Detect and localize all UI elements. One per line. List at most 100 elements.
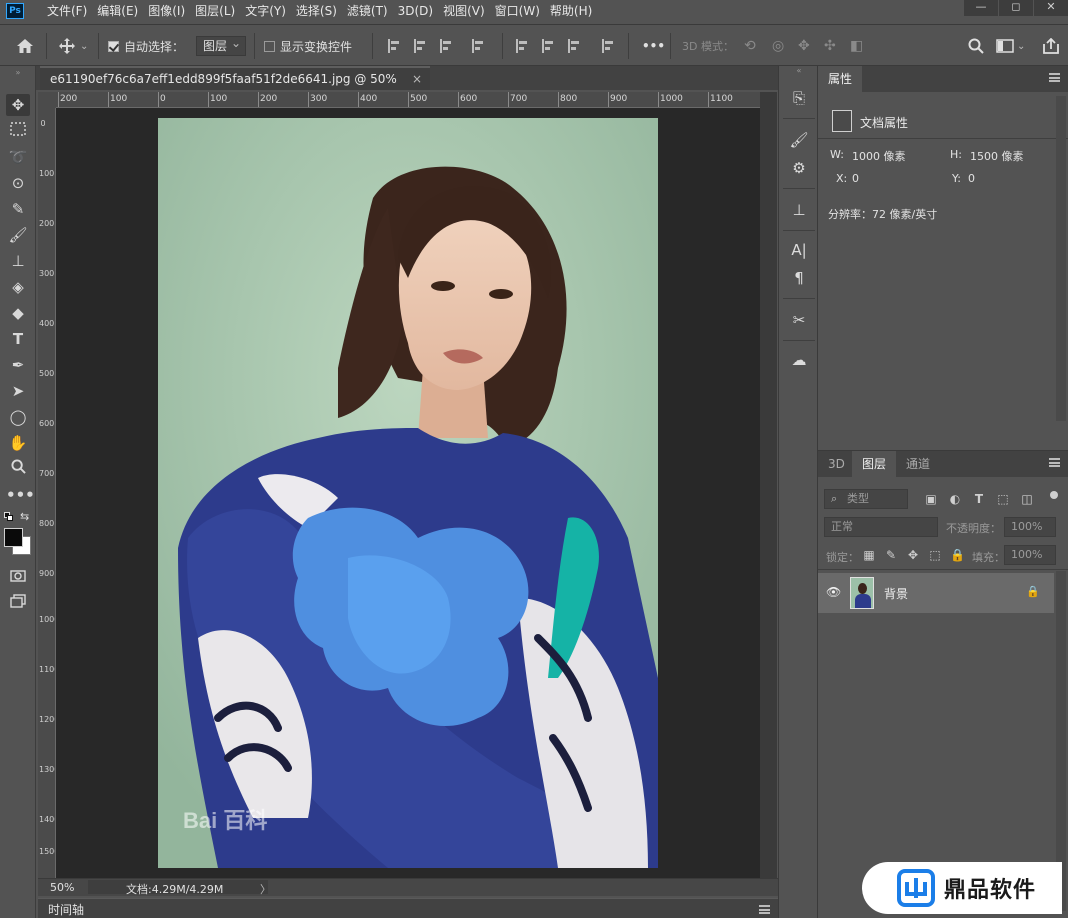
align-vcenter-icon[interactable] <box>542 25 556 67</box>
brush-settings-panel-icon[interactable]: 🖌 <box>786 128 812 152</box>
close-document-icon[interactable]: × <box>412 68 422 90</box>
eraser-tool-icon[interactable]: ◈ <box>6 276 30 298</box>
filter-adjustment-icon[interactable]: ◐ <box>948 492 962 506</box>
eyedropper-tool-icon[interactable]: ✎ <box>6 198 30 220</box>
adjustments-panel-icon[interactable]: ⚙ <box>786 156 812 180</box>
visibility-eye-icon[interactable]: 👁 <box>826 585 841 599</box>
search-icon[interactable] <box>968 25 984 67</box>
properties-scrollbar[interactable] <box>1056 96 1066 421</box>
distribute-horizontal-icon[interactable] <box>472 25 486 67</box>
quick-mask-icon[interactable] <box>6 566 30 588</box>
x-value[interactable]: 0 <box>852 172 859 185</box>
menu-select[interactable]: 选择(S) <box>291 0 342 22</box>
3d-pan-icon[interactable]: ✥ <box>798 25 810 67</box>
menu-edit[interactable]: 编辑(E) <box>92 0 143 22</box>
status-menu-arrow[interactable]: 〉 <box>260 881 271 897</box>
menu-file[interactable]: 文件(F) <box>42 0 92 22</box>
marquee-tool-icon[interactable] <box>6 120 30 142</box>
clone-source-panel-icon[interactable]: ⊥ <box>786 198 812 222</box>
pen-tool-icon[interactable]: ✒ <box>6 354 30 376</box>
share-icon[interactable] <box>1042 25 1060 67</box>
workspace-icon[interactable]: ⌄ <box>996 25 1025 67</box>
move-tool-icon[interactable]: ✥ <box>6 94 30 116</box>
fill-input[interactable]: 100% <box>1004 545 1056 565</box>
zoom-tool-icon[interactable] <box>6 458 30 480</box>
document-tab[interactable]: e61190ef76c6a7eff1edd899f5faaf51f2de6641… <box>40 66 430 108</box>
align-right-icon[interactable] <box>440 25 454 67</box>
move-tool-preset-icon[interactable]: ⌄ <box>58 25 88 67</box>
align-hcenter-icon[interactable] <box>414 25 428 67</box>
layers-scrollbar[interactable] <box>1056 571 1066 911</box>
paint-bucket-tool-icon[interactable]: ◆ <box>6 302 30 324</box>
collapse-toolbar-icon[interactable]: » <box>6 68 30 78</box>
menu-view[interactable]: 视图(V) <box>438 0 490 22</box>
layer-row[interactable]: 👁 背景 🔒 <box>818 573 1054 613</box>
tab-channels[interactable]: 通道 <box>896 451 940 477</box>
menu-layer[interactable]: 图层(L) <box>190 0 240 22</box>
opacity-input[interactable]: 100% <box>1004 517 1056 537</box>
layers-menu-icon[interactable] <box>1049 458 1060 467</box>
swap-colors-icon[interactable]: ⇆ <box>20 510 29 523</box>
3d-orbit-icon[interactable]: ⟲ <box>744 25 756 67</box>
timeline-panel-tab[interactable]: 时间轴 <box>38 898 778 918</box>
collapse-strip-icon[interactable]: « <box>786 66 812 76</box>
type-tool-icon[interactable]: T <box>6 328 30 350</box>
lock-image-icon[interactable]: ✎ <box>884 548 898 562</box>
filter-type-icon[interactable]: T <box>972 492 986 506</box>
distribute-vertical-icon[interactable] <box>602 25 616 67</box>
3d-roll-icon[interactable]: ◎ <box>772 25 784 67</box>
timeline-menu-icon[interactable] <box>759 905 770 914</box>
stamp-tool-icon[interactable]: ⊥ <box>6 250 30 272</box>
menu-filter[interactable]: 滤镜(T) <box>342 0 393 22</box>
lock-artboard-icon[interactable]: ⬚ <box>928 548 942 562</box>
default-colors-icon[interactable] <box>4 512 14 522</box>
ellipse-tool-icon[interactable]: ◯ <box>6 406 30 428</box>
tab-layers[interactable]: 图层 <box>852 451 897 477</box>
filter-shape-icon[interactable]: ⬚ <box>996 492 1010 506</box>
more-tools-icon[interactable]: ••• <box>6 484 35 506</box>
quick-select-tool-icon[interactable]: ⊙ <box>6 172 30 194</box>
screen-mode-icon[interactable] <box>6 592 30 614</box>
height-value[interactable]: 1500 像素 <box>970 148 1024 164</box>
show-transform-checkbox[interactable]: 显示变换控件 <box>264 25 352 67</box>
filter-toggle-icon[interactable] <box>1050 491 1058 499</box>
close-button[interactable]: ✕ <box>1034 0 1068 16</box>
align-bottom-icon[interactable] <box>568 25 582 67</box>
zoom-level[interactable]: 50% <box>50 881 74 894</box>
tab-3d[interactable]: 3D <box>818 451 855 477</box>
y-value[interactable]: 0 <box>968 172 975 185</box>
auto-select-checkbox[interactable]: 自动选择： <box>108 25 184 67</box>
3d-slide-icon[interactable]: ✣ <box>824 25 836 67</box>
vertical-scrollbar[interactable] <box>760 92 777 878</box>
align-left-icon[interactable] <box>388 25 402 67</box>
filter-smart-object-icon[interactable]: ◫ <box>1020 492 1034 506</box>
more-options-button[interactable]: ••• <box>642 25 665 67</box>
menu-image[interactable]: 图像(I) <box>143 0 190 22</box>
path-select-tool-icon[interactable]: ➤ <box>6 380 30 402</box>
tool-presets-panel-icon[interactable]: ✂ <box>786 308 812 332</box>
lock-transparent-icon[interactable]: ▦ <box>862 548 876 562</box>
restore-button[interactable]: ◻ <box>999 0 1033 16</box>
menu-type[interactable]: 文字(Y) <box>240 0 291 22</box>
filter-pixel-icon[interactable]: ▣ <box>924 492 938 506</box>
blend-mode-dropdown[interactable]: 正常 <box>824 517 938 537</box>
history-panel-icon[interactable]: ⎘ <box>786 86 812 110</box>
document-image[interactable]: Bai 百科 <box>158 118 658 868</box>
align-top-icon[interactable] <box>516 25 530 67</box>
lock-position-icon[interactable]: ✥ <box>906 548 920 562</box>
layer-filter-dropdown[interactable]: ⌕ 类型 <box>824 489 908 509</box>
character-panel-icon[interactable]: A| <box>786 238 812 262</box>
lasso-tool-icon[interactable]: ➰ <box>6 146 30 168</box>
minimize-button[interactable]: — <box>964 0 998 16</box>
foreground-color-swatch[interactable] <box>4 528 23 547</box>
menu-help[interactable]: 帮助(H) <box>545 0 597 22</box>
menu-window[interactable]: 窗口(W) <box>490 0 545 22</box>
home-icon[interactable] <box>16 25 34 67</box>
hand-tool-icon[interactable]: ✋ <box>6 432 30 454</box>
libraries-panel-icon[interactable]: ☁ <box>786 348 812 372</box>
3d-camera-icon[interactable]: ◧ <box>850 25 863 67</box>
brush-tool-icon[interactable]: 🖌 <box>6 224 30 246</box>
paragraph-panel-icon[interactable]: ¶ <box>786 266 812 290</box>
auto-select-target-dropdown[interactable]: 图层 <box>196 25 247 67</box>
width-value[interactable]: 1000 像素 <box>852 148 906 164</box>
